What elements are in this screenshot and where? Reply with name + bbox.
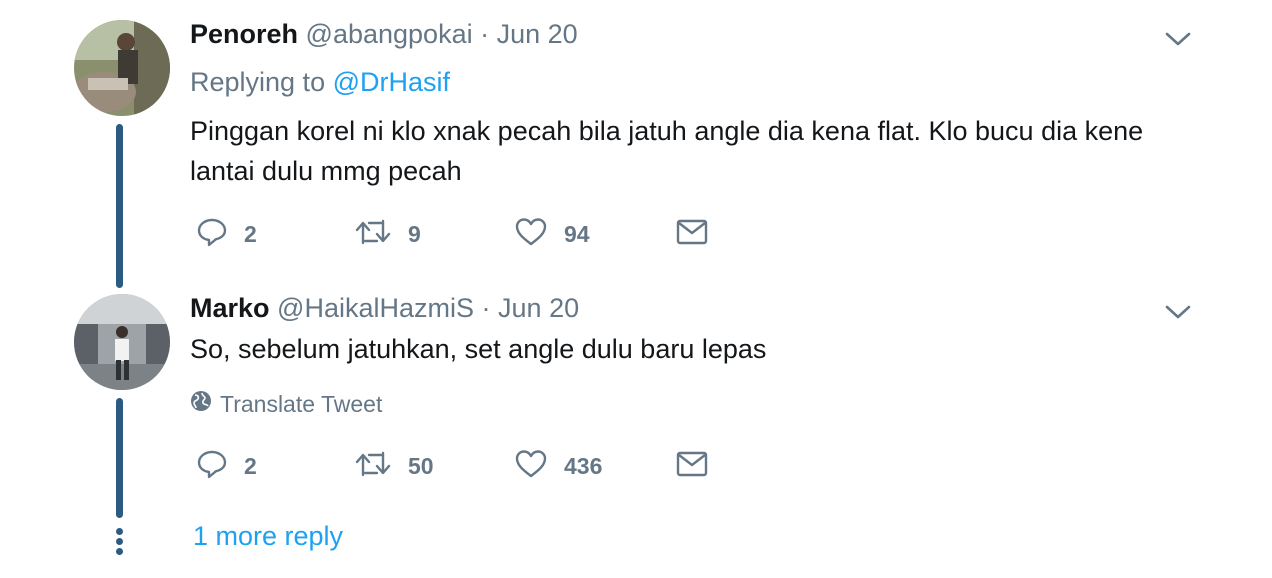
retweet-icon [354,216,392,253]
retweet-icon [354,448,392,485]
retweet-button[interactable]: 50 [354,446,434,486]
reply-button[interactable]: 2 [196,446,257,486]
reply-count: 2 [244,452,257,479]
tweet-header: Marko @HaikalHazmiS · Jun 20 [190,292,579,324]
user-name[interactable]: Penoreh [190,19,298,49]
translate-label: Translate Tweet [220,390,383,417]
replying-mention[interactable]: @DrHasif [333,67,450,97]
tweet-date[interactable]: Jun 20 [498,293,579,323]
tweet-actions: 2 50 436 [190,446,750,486]
avatar-marko[interactable] [74,294,170,390]
translate-tweet[interactable]: Translate Tweet [190,390,382,418]
message-icon [676,450,708,483]
user-handle[interactable]: @abangpokai [306,19,473,49]
separator: · [481,293,491,323]
user-handle[interactable]: @HaikalHazmiS [277,293,474,323]
like-button[interactable]: 436 [514,446,602,486]
tweet-date[interactable]: Jun 20 [497,19,578,49]
like-icon [514,216,548,253]
message-button[interactable] [676,446,708,486]
like-count: 436 [564,452,603,479]
retweet-button[interactable]: 9 [354,214,421,254]
separator: · [480,19,490,49]
reply-icon [196,448,228,485]
user-name[interactable]: Marko [190,293,270,323]
tweet-text: Pinggan korel ni klo xnak pecah bila jat… [190,116,1144,186]
reply-button[interactable]: 2 [196,214,257,254]
message-button[interactable] [676,214,708,254]
replying-to: Replying to @DrHasif [190,66,450,98]
reply-count: 2 [244,220,257,247]
retweet-count: 9 [408,220,421,247]
thread-line [116,124,123,288]
like-count: 94 [564,220,590,247]
message-icon [676,218,708,251]
chevron-down-icon[interactable] [1165,30,1191,48]
globe-icon [190,390,212,418]
tweet-actions: 2 9 94 [190,214,750,254]
like-icon [514,448,548,485]
like-button[interactable]: 94 [514,214,590,254]
replying-label: Replying to [190,67,326,97]
tweet-header: Penoreh @abangpokai · Jun 20 [190,18,578,50]
thread-line [116,398,123,518]
thread-dot [116,538,123,545]
avatar-penoreh[interactable] [74,20,170,116]
thread-dot [116,548,123,555]
thread-dot [116,528,123,535]
chevron-down-icon[interactable] [1165,303,1191,321]
retweet-count: 50 [408,452,434,479]
tweet-text: So, sebelum jatuhkan, set angle dulu bar… [190,334,767,364]
more-replies-link[interactable]: 1 more reply [193,521,343,552]
reply-icon [196,216,228,253]
